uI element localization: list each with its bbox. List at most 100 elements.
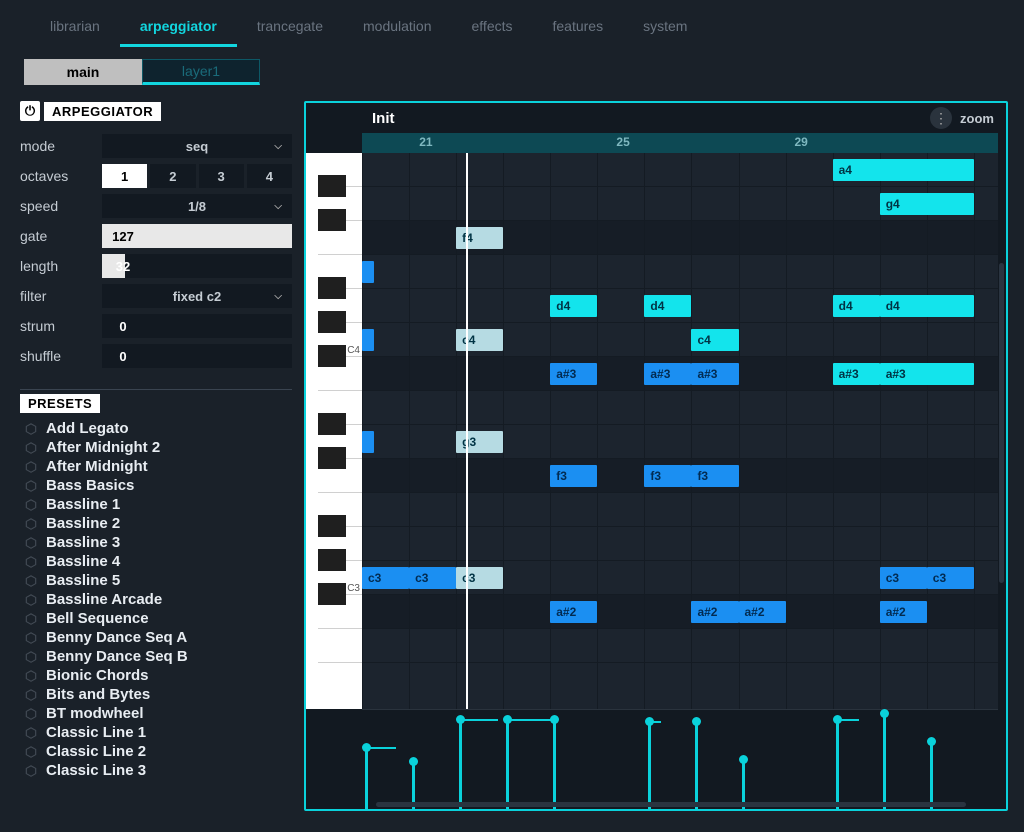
velocity-bar[interactable] bbox=[553, 719, 556, 809]
note[interactable]: g3 bbox=[456, 431, 503, 453]
cube-icon bbox=[24, 650, 38, 664]
menu-dots-icon[interactable]: ⋮ bbox=[930, 107, 952, 129]
pattern-title: Init bbox=[372, 110, 395, 127]
preset-item[interactable]: Benny Dance Seq A bbox=[20, 628, 292, 647]
note[interactable]: c4 bbox=[691, 329, 738, 351]
note[interactable]: a#2 bbox=[880, 601, 927, 623]
velocity-bar[interactable] bbox=[695, 721, 698, 809]
timeline-ruler[interactable]: 212529 bbox=[362, 133, 998, 153]
octave-button-4[interactable]: 4 bbox=[247, 164, 292, 188]
preset-item[interactable]: Classic Line 1 bbox=[20, 723, 292, 742]
preset-label: Bell Sequence bbox=[46, 610, 149, 627]
preset-item[interactable]: Bassline 5 bbox=[20, 571, 292, 590]
param-label-octaves: octaves bbox=[20, 168, 96, 184]
nav-tab-trancegate[interactable]: trancegate bbox=[237, 8, 343, 47]
note[interactable]: d4 bbox=[880, 295, 974, 317]
note[interactable]: c4 bbox=[456, 329, 503, 351]
speed-select[interactable]: 1/8 ⌵ bbox=[102, 194, 292, 218]
note[interactable]: a#3 bbox=[880, 363, 974, 385]
preset-item[interactable]: Benny Dance Seq B bbox=[20, 647, 292, 666]
note-grid[interactable]: a4g4f4d4d4d4d4c4c4a#3a#3a#3a#3a#3g3f3f3f… bbox=[362, 153, 998, 709]
note[interactable]: f3 bbox=[691, 465, 738, 487]
note[interactable]: d4 bbox=[550, 295, 597, 317]
preset-item[interactable]: Bassline 2 bbox=[20, 514, 292, 533]
note[interactable] bbox=[362, 261, 374, 283]
nav-tab-system[interactable]: system bbox=[623, 8, 707, 47]
preset-item[interactable]: Bell Sequence bbox=[20, 609, 292, 628]
preset-item[interactable]: Add Legato bbox=[20, 419, 292, 438]
presets-panel: Add LegatoAfter Midnight 2After Midnight… bbox=[20, 415, 292, 811]
cube-icon bbox=[24, 593, 38, 607]
preset-item[interactable]: Classic Line 3 bbox=[20, 761, 292, 780]
velocity-bar[interactable] bbox=[648, 721, 651, 809]
note[interactable]: a#3 bbox=[833, 363, 880, 385]
preset-item[interactable]: Bits and Bytes bbox=[20, 685, 292, 704]
note[interactable]: c3 bbox=[456, 567, 503, 589]
preset-item[interactable]: Bass Basics bbox=[20, 476, 292, 495]
velocity-bar[interactable] bbox=[365, 747, 368, 809]
note[interactable]: a#3 bbox=[691, 363, 738, 385]
shuffle-slider[interactable]: 0 bbox=[102, 344, 292, 368]
nav-tab-arpeggiator[interactable]: arpeggiator bbox=[120, 8, 237, 47]
nav-tab-effects[interactable]: effects bbox=[452, 8, 533, 47]
preset-label: Classic Line 2 bbox=[46, 743, 146, 760]
preset-label: Bionic Chords bbox=[46, 667, 149, 684]
gate-slider[interactable]: 127 bbox=[102, 224, 292, 248]
power-button[interactable]: ⏻ bbox=[20, 101, 40, 121]
velocity-bar[interactable] bbox=[506, 719, 509, 809]
nav-tab-librarian[interactable]: librarian bbox=[30, 8, 120, 47]
preset-item[interactable]: Classic Line 2 bbox=[20, 742, 292, 761]
preset-item[interactable]: After Midnight 2 bbox=[20, 438, 292, 457]
preset-item[interactable]: Bassline 3 bbox=[20, 533, 292, 552]
preset-item[interactable]: Bassline 1 bbox=[20, 495, 292, 514]
playhead[interactable] bbox=[466, 153, 468, 709]
nav-tab-features[interactable]: features bbox=[533, 8, 624, 47]
octave-button-1[interactable]: 1 bbox=[102, 164, 147, 188]
note[interactable]: c3 bbox=[880, 567, 927, 589]
editor-vscrollbar[interactable] bbox=[999, 263, 1004, 583]
section-title: ARPEGGIATOR bbox=[44, 102, 161, 121]
note[interactable]: d4 bbox=[644, 295, 691, 317]
layer-tab-main[interactable]: main bbox=[24, 59, 142, 85]
preset-item[interactable]: BT modwheel bbox=[20, 704, 292, 723]
note[interactable]: a#3 bbox=[550, 363, 597, 385]
layer-tab-layer1[interactable]: layer1 bbox=[142, 59, 260, 85]
length-slider[interactable]: 32 bbox=[102, 254, 292, 278]
preset-label: Bassline 1 bbox=[46, 496, 120, 513]
note[interactable] bbox=[362, 431, 374, 453]
nav-tab-modulation[interactable]: modulation bbox=[343, 8, 452, 47]
note[interactable]: f3 bbox=[550, 465, 597, 487]
zoom-button[interactable]: zoom bbox=[960, 111, 994, 126]
note[interactable]: c3 bbox=[409, 567, 456, 589]
strum-slider[interactable]: 0 bbox=[102, 314, 292, 338]
preset-item[interactable]: After Midnight bbox=[20, 457, 292, 476]
octave-button-3[interactable]: 3 bbox=[199, 164, 244, 188]
velocity-bar[interactable] bbox=[930, 741, 933, 809]
filter-value: fixed c2 bbox=[173, 289, 221, 304]
preset-item[interactable]: Bionic Chords bbox=[20, 666, 292, 685]
note[interactable]: g4 bbox=[880, 193, 974, 215]
velocity-lane[interactable] bbox=[362, 709, 998, 809]
note[interactable] bbox=[362, 329, 374, 351]
speed-value: 1/8 bbox=[188, 199, 206, 214]
note[interactable]: a#2 bbox=[550, 601, 597, 623]
piano-keys[interactable]: C4C3 bbox=[306, 153, 362, 709]
note[interactable]: a4 bbox=[833, 159, 974, 181]
note[interactable]: f3 bbox=[644, 465, 691, 487]
note[interactable]: d4 bbox=[833, 295, 880, 317]
note[interactable]: c3 bbox=[362, 567, 409, 589]
note[interactable]: a#2 bbox=[691, 601, 738, 623]
velocity-bar[interactable] bbox=[883, 713, 886, 809]
note[interactable]: f4 bbox=[456, 227, 503, 249]
note[interactable]: c3 bbox=[927, 567, 974, 589]
preset-item[interactable]: Bassline 4 bbox=[20, 552, 292, 571]
mode-select[interactable]: seq ⌵ bbox=[102, 134, 292, 158]
octave-button-2[interactable]: 2 bbox=[150, 164, 195, 188]
velocity-bar[interactable] bbox=[836, 719, 839, 809]
note[interactable]: a#3 bbox=[644, 363, 691, 385]
velocity-bar[interactable] bbox=[459, 719, 462, 809]
editor-hscrollbar[interactable] bbox=[376, 802, 966, 807]
preset-item[interactable]: Bassline Arcade bbox=[20, 590, 292, 609]
filter-select[interactable]: fixed c2 ⌵ bbox=[102, 284, 292, 308]
note[interactable]: a#2 bbox=[739, 601, 786, 623]
